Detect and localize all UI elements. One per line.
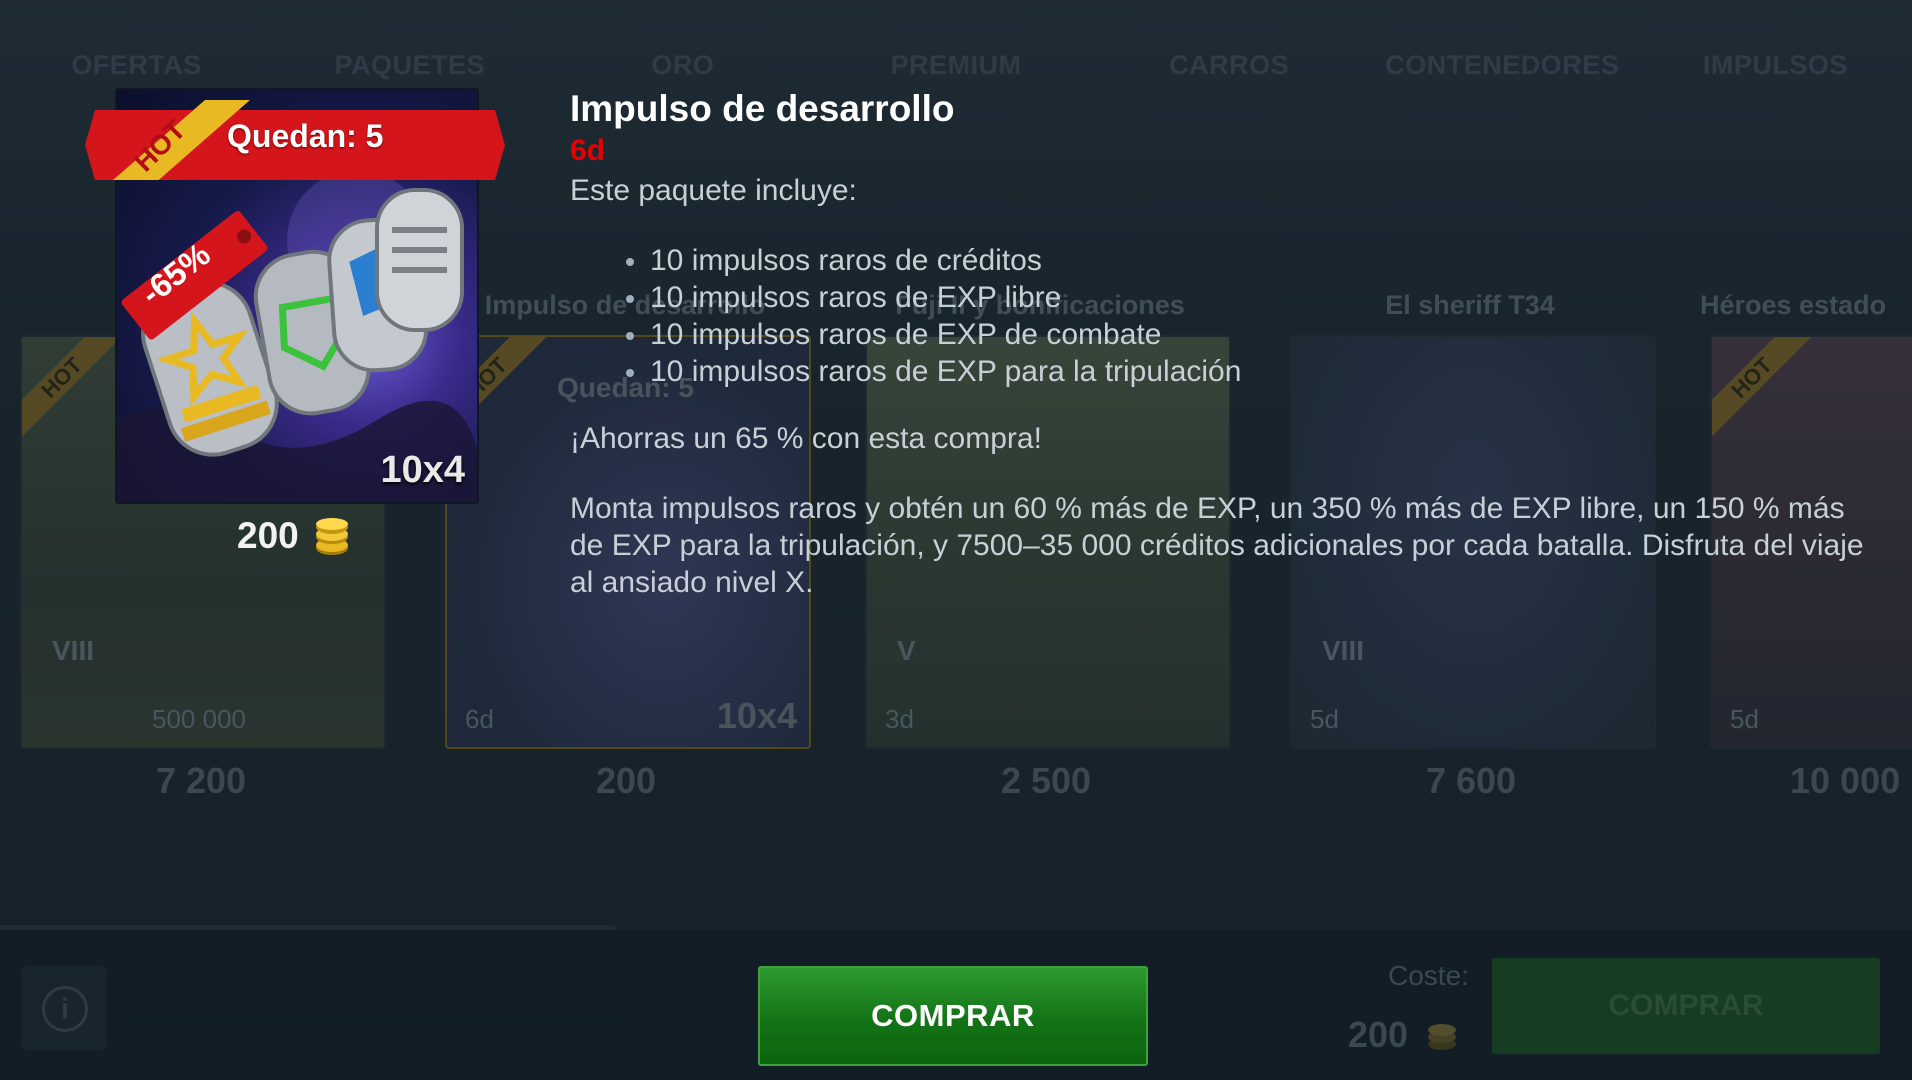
pack-count: 10x4 [380, 449, 465, 491]
offer-description: Monta impulsos raros y obtén un 60 % más… [570, 492, 1864, 599]
list-item: 10 impulsos raros de EXP libre [620, 279, 1241, 316]
remaining-label: Quedan: 5 [227, 118, 384, 154]
list-item: 10 impulsos raros de EXP de combate [620, 316, 1241, 353]
gold-coin-icon [316, 518, 348, 555]
savings-text: ¡Ahorras un 65 % con esta compra! [570, 422, 1042, 455]
buy-button[interactable]: COMPRAR [758, 966, 1148, 1066]
list-item: 10 impulsos raros de créditos [620, 242, 1241, 279]
offer-timer: 6d [570, 134, 606, 167]
includes-label: Este paquete incluye: [570, 174, 857, 207]
offer-title: Impulso de desarrollo [570, 88, 955, 129]
list-item: 10 impulsos raros de EXP para la tripula… [620, 353, 1241, 390]
offer-price: 200 [237, 515, 299, 556]
included-items-list: 10 impulsos raros de créditos 10 impulso… [620, 242, 1241, 390]
